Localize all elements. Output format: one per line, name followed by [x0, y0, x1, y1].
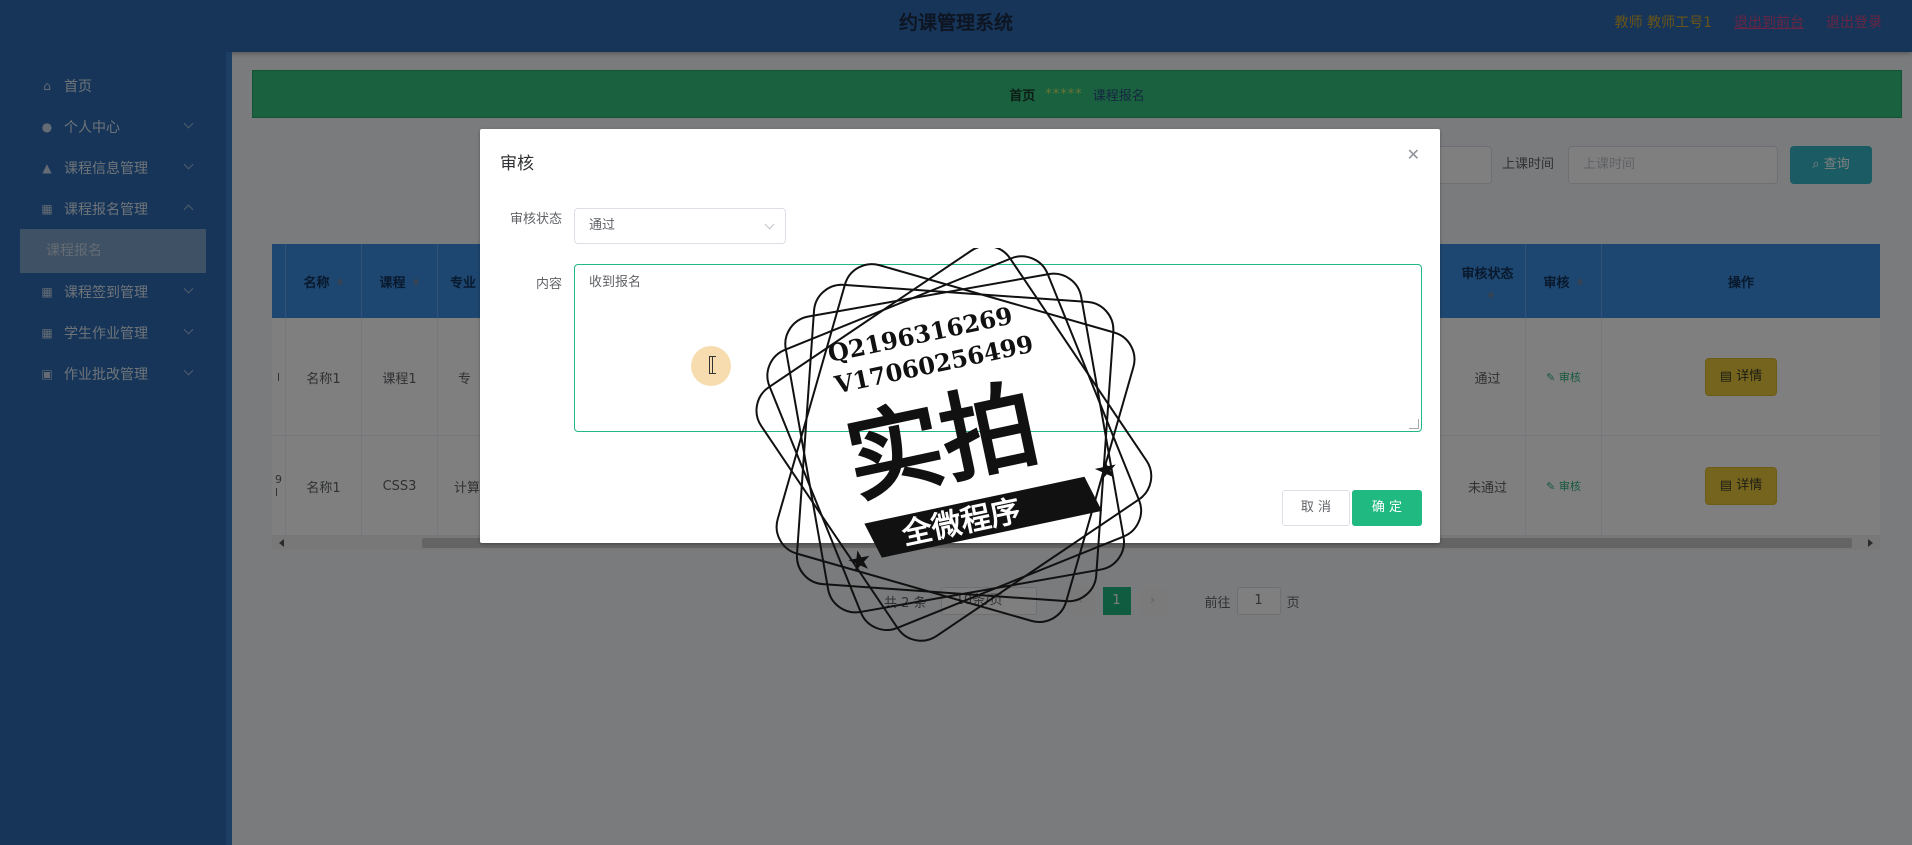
chevron-down-icon [764, 219, 775, 230]
star-icon: ★ [844, 542, 875, 579]
watermark-stamp: Q2196316269 V17060256499 实拍 全微程序 ★ ★ [755, 248, 1153, 642]
dialog-title: 审核 [500, 154, 534, 174]
close-icon[interactable]: ✕ [1407, 145, 1420, 164]
content-label: 内容 [535, 277, 562, 292]
status-label: 审核状态 [509, 212, 562, 227]
confirm-button[interactable]: 确 定 [1352, 490, 1422, 526]
text-cursor-icon [709, 356, 716, 374]
resize-grip-icon[interactable] [1409, 419, 1419, 429]
cancel-button[interactable]: 取 消 [1282, 490, 1350, 526]
status-select[interactable]: 通过 [574, 208, 786, 244]
content-text: 收到报名 [589, 275, 642, 290]
star-icon: ★ [1090, 451, 1121, 488]
status-select-value: 通过 [589, 218, 616, 233]
